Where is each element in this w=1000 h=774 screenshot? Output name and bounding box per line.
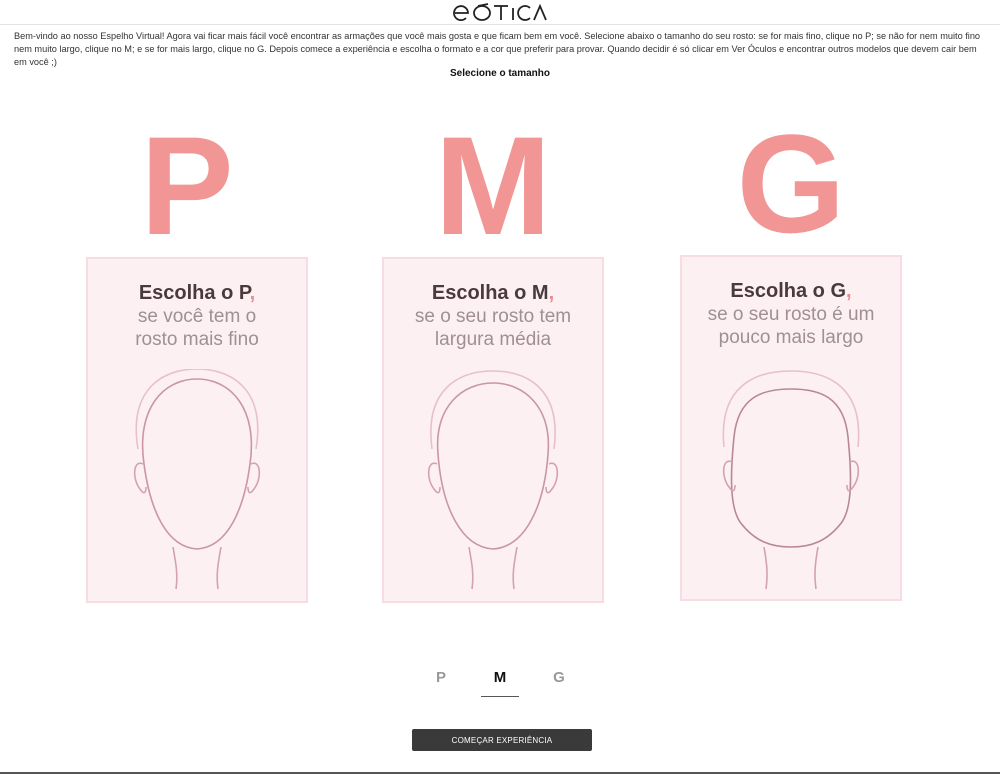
- selector-option-m[interactable]: M: [481, 669, 519, 697]
- eotica-logo[interactable]: [452, 2, 548, 22]
- select-size-heading: Selecione o tamanho: [449, 68, 551, 79]
- size-option-g[interactable]: G Escolha o G, se o seu rosto é um pouco…: [680, 105, 904, 608]
- size-option-m[interactable]: M Escolha o M, se o seu rosto tem largur…: [382, 107, 606, 610]
- site-header: [0, 0, 1000, 25]
- card-desc-line1-p: se você tem o: [137, 306, 257, 327]
- selector-option-g[interactable]: G: [540, 669, 578, 694]
- card-desc-line1-m: se o seu rosto tem: [414, 306, 572, 327]
- size-letter-p: P: [140, 107, 233, 264]
- size-option-p[interactable]: P Escolha o P, se você tem o rosto mais …: [86, 116, 310, 610]
- size-card-m[interactable]: Escolha o M, se o seu rosto tem largura …: [382, 257, 604, 603]
- medium-face-icon: [427, 370, 559, 590]
- start-experience-button[interactable]: COMEÇAR EXPERIÊNCIA: [412, 729, 592, 751]
- card-desc-line1-g: se o seu rosto é um: [707, 304, 875, 325]
- size-selector: P M G: [422, 664, 578, 698]
- intro-text: Bem-vindo ao nosso Espelho Virtual! Agor…: [14, 31, 981, 67]
- size-letter-m: M: [434, 107, 552, 264]
- size-card-g[interactable]: Escolha o G, se o seu rosto é um pouco m…: [680, 255, 902, 601]
- size-letter-g: G: [736, 105, 846, 262]
- card-title-p: Escolha o P,: [138, 282, 256, 304]
- selector-option-p[interactable]: P: [422, 669, 460, 694]
- card-desc-line2-g: pouco mais largo: [718, 327, 864, 348]
- card-desc-line2-m: largura média: [434, 329, 552, 350]
- card-title-m: Escolha o M,: [431, 282, 555, 304]
- card-desc-line2-p: rosto mais fino: [135, 329, 259, 350]
- card-title-g: Escolha o G,: [730, 280, 852, 302]
- narrow-face-icon: [133, 369, 261, 590]
- wide-face-icon: [722, 370, 860, 590]
- size-card-p[interactable]: Escolha o P, se você tem o rosto mais fi…: [86, 257, 308, 603]
